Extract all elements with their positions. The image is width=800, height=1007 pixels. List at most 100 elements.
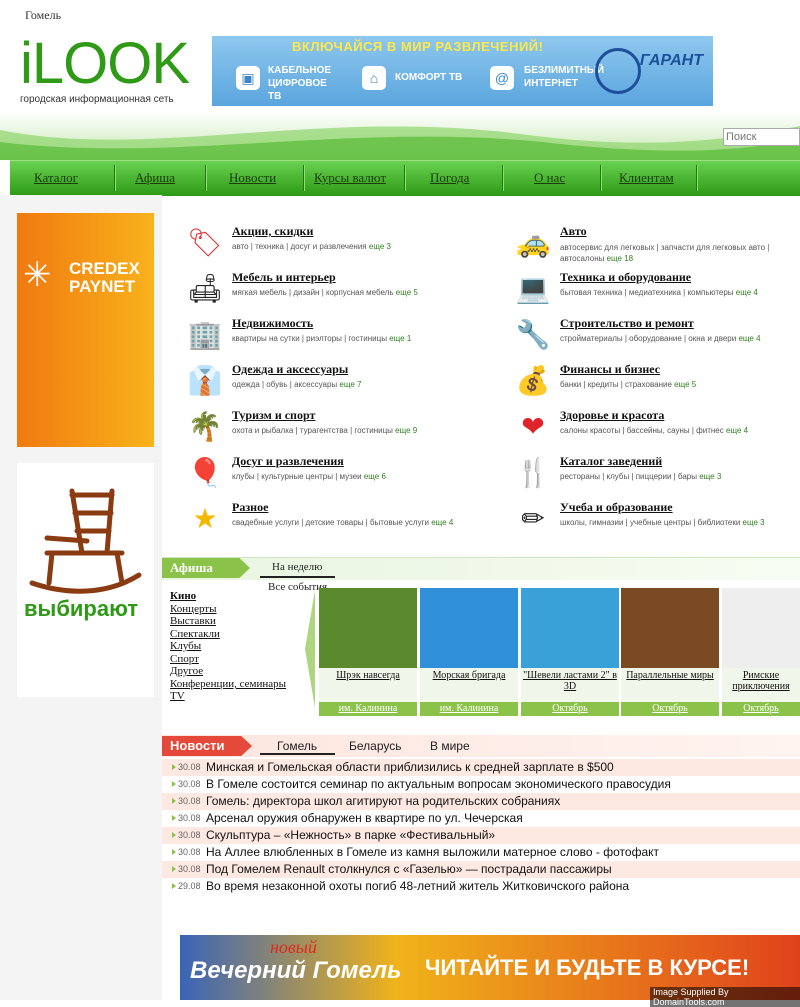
movie-card[interactable]: "Шевели ластами 2" в 3D Октябрь (521, 588, 619, 716)
tab-world[interactable]: В мире (430, 737, 470, 755)
movie-title[interactable]: Римские приключения (722, 670, 800, 692)
news-row[interactable]: 30.08 В Гомеле состоится семинар по акту… (162, 776, 800, 793)
rocking-chair-ad[interactable]: выбирают (17, 463, 154, 697)
afisha-category[interactable]: Конференции, семинары (170, 678, 286, 690)
catalog-more-link[interactable]: еще 5 (674, 380, 696, 389)
afisha-category[interactable]: Другое (170, 665, 203, 677)
catalog-more-link[interactable]: еще 7 (339, 380, 361, 389)
catalog-sublinks[interactable]: одежда | обувь | аксессуары (232, 380, 337, 389)
movie-venue[interactable]: им. Калинина (420, 702, 518, 716)
catalog-title[interactable]: Здоровье и красота (560, 408, 664, 423)
catalog-sublinks[interactable]: охота и рыбалка | турагентства | гостини… (232, 426, 393, 435)
nav-catalog[interactable]: Каталог (34, 170, 78, 186)
movie-title[interactable]: Шрэк навсегда (319, 670, 417, 681)
afisha-category[interactable]: TV (170, 690, 185, 702)
catalog-more-link[interactable]: еще 9 (395, 426, 417, 435)
movie-poster[interactable] (319, 588, 417, 668)
afisha-category-cinema[interactable]: Кино (170, 590, 196, 602)
top-banner-ad[interactable]: ВКЛЮЧАЙСЯ В МИР РАЗВЛЕЧЕНИЙ! ▣ КАБЕЛЬНОЕ… (212, 36, 713, 106)
catalog-sublinks[interactable]: авто | техника | досуг и развлечения (232, 242, 367, 251)
news-row[interactable]: 29.08 Во время незаконной охоты погиб 48… (162, 878, 800, 895)
nav-afisha[interactable]: Афиша (135, 170, 175, 186)
catalog-title[interactable]: Строительство и ремонт (560, 316, 694, 331)
site-logo[interactable]: iLOOK городская информационная сеть (20, 34, 190, 108)
movie-poster[interactable] (722, 588, 800, 668)
news-headline[interactable]: Арсенал оружия обнаружен в квартире по у… (206, 810, 523, 827)
catalog-more-link[interactable]: еще 6 (364, 472, 386, 481)
nav-clients[interactable]: Клиентам (619, 170, 674, 186)
catalog-more-link[interactable]: еще 3 (699, 472, 721, 481)
afisha-category[interactable]: Спектакли (170, 628, 220, 640)
movie-poster[interactable] (420, 588, 518, 668)
news-headline[interactable]: На Аллее влюбленных в Гомеле из камня вы… (206, 844, 659, 861)
afisha-label[interactable]: Афиша (162, 558, 250, 578)
catalog-sublinks[interactable]: бытовая техника | медиатехника | компьют… (560, 288, 734, 297)
catalog-more-link[interactable]: еще 1 (389, 334, 411, 343)
afisha-category[interactable]: Концерты (170, 603, 217, 615)
movie-card[interactable]: Римские приключения Октябрь (722, 588, 800, 716)
catalog-sublinks[interactable]: стройматериалы | оборудование | окна и д… (560, 334, 736, 343)
movie-card[interactable]: Параллельные миры Октябрь (621, 588, 719, 716)
movie-poster[interactable] (621, 588, 719, 668)
catalog-title[interactable]: Акции, скидки (232, 224, 313, 239)
catalog-sublinks[interactable]: салоны красоты | бассейны, сауны | фитне… (560, 426, 724, 435)
catalog-more-link[interactable]: еще 3 (743, 518, 765, 527)
catalog-more-link[interactable]: еще 5 (396, 288, 418, 297)
catalog-more-link[interactable]: еще 3 (369, 242, 391, 251)
news-row[interactable]: 30.08 Арсенал оружия обнаружен в квартир… (162, 810, 800, 827)
afisha-category[interactable]: Выставки (170, 615, 216, 627)
catalog-sublinks[interactable]: банки | кредиты | страхование (560, 380, 672, 389)
catalog-sublinks[interactable]: клубы | культурные центры | музеи (232, 472, 362, 481)
movie-venue[interactable]: Октябрь (621, 702, 719, 716)
catalog-title[interactable]: Туризм и спорт (232, 408, 315, 423)
catalog-title[interactable]: Учеба и образование (560, 500, 673, 515)
news-headline[interactable]: Во время незаконной охоты погиб 48-летни… (206, 878, 629, 895)
movie-venue[interactable]: Октябрь (521, 702, 619, 716)
catalog-sublinks[interactable]: свадебные услуги | детские товары | быто… (232, 518, 429, 527)
news-headline[interactable]: Под Гомелем Renault столкнулся с «Газель… (206, 861, 612, 878)
catalog-title[interactable]: Недвижимость (232, 316, 313, 331)
catalog-more-link[interactable]: еще 4 (431, 518, 453, 527)
catalog-sublinks[interactable]: автосервис для легковых | запчасти для л… (560, 243, 769, 263)
news-headline[interactable]: Скульптура – «Нежность» в парке «Фестива… (206, 827, 495, 844)
catalog-sublinks[interactable]: мягкая мебель | дизайн | корпусная мебел… (232, 288, 394, 297)
catalog-sublinks[interactable]: рестораны | клубы | пиццерии | бары (560, 472, 697, 481)
catalog-more-link[interactable]: еще 4 (736, 288, 758, 297)
nav-exchange-rates[interactable]: Курсы валют (314, 170, 386, 186)
catalog-title[interactable]: Мебель и интерьер (232, 270, 336, 285)
tab-week[interactable]: На неделю (260, 558, 335, 578)
news-row[interactable]: 30.08 Под Гомелем Renault столкнулся с «… (162, 861, 800, 878)
movie-venue[interactable]: им. Калинина (319, 702, 417, 716)
movie-title[interactable]: Морская бригада (420, 670, 518, 681)
credex-paynet-ad[interactable]: ✳ CREDEX PAYNET (17, 213, 154, 447)
carousel-prev-arrow[interactable] (305, 590, 315, 708)
catalog-more-link[interactable]: еще 4 (726, 426, 748, 435)
catalog-title[interactable]: Авто (560, 224, 587, 239)
catalog-more-link[interactable]: еще 18 (607, 254, 634, 263)
movie-poster[interactable] (521, 588, 619, 668)
news-headline[interactable]: Гомель: директора школ агитируют на роди… (206, 793, 560, 810)
news-row[interactable]: 30.08 На Аллее влюбленных в Гомеле из ка… (162, 844, 800, 861)
news-headline[interactable]: Минская и Гомельская области приблизилис… (206, 759, 614, 776)
afisha-category[interactable]: Клубы (170, 640, 201, 652)
catalog-sublinks[interactable]: квартиры на сутки | риэлторы | гостиницы (232, 334, 387, 343)
catalog-sublinks[interactable]: школы, гимназии | учебные центры | библи… (560, 518, 740, 527)
catalog-title[interactable]: Финансы и бизнес (560, 362, 660, 377)
catalog-title[interactable]: Досуг и развлечения (232, 454, 344, 469)
movie-card[interactable]: Шрэк навсегда им. Калинина (319, 588, 417, 716)
catalog-more-link[interactable]: еще 4 (738, 334, 760, 343)
afisha-category[interactable]: Спорт (170, 653, 199, 665)
movie-venue[interactable]: Октябрь (722, 702, 800, 716)
news-row[interactable]: 30.08 Скульптура – «Нежность» в парке «Ф… (162, 827, 800, 844)
tab-gomel[interactable]: Гомель (260, 737, 335, 755)
catalog-title[interactable]: Каталог заведений (560, 454, 662, 469)
catalog-title[interactable]: Одежда и аксессуары (232, 362, 348, 377)
nav-news[interactable]: Новости (229, 170, 276, 186)
search-input[interactable] (723, 128, 800, 146)
catalog-title[interactable]: Техника и оборудование (560, 270, 691, 285)
nav-about[interactable]: О нас (534, 170, 565, 186)
nav-weather[interactable]: Погода (430, 170, 469, 186)
catalog-title[interactable]: Разное (232, 500, 268, 515)
movie-title[interactable]: "Шевели ластами 2" в 3D (521, 670, 619, 692)
tab-belarus[interactable]: Беларусь (349, 737, 401, 755)
